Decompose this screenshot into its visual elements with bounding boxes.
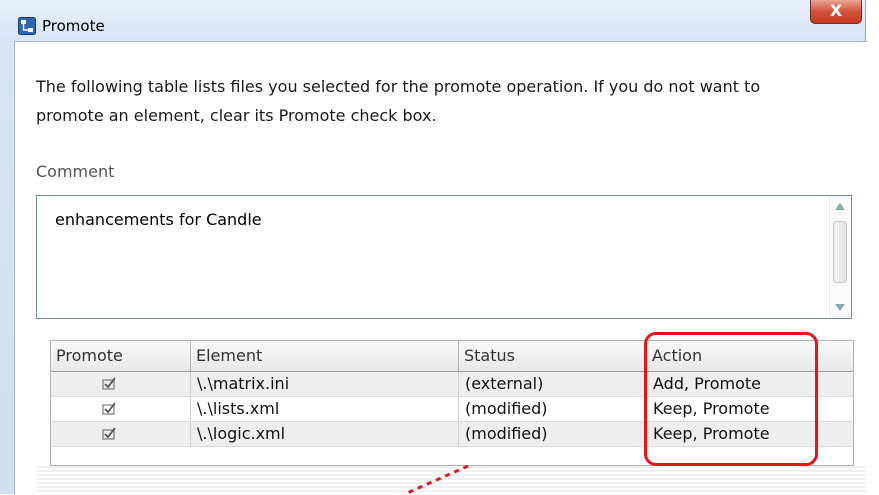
annotation-arrow-icon	[404, 464, 469, 494]
